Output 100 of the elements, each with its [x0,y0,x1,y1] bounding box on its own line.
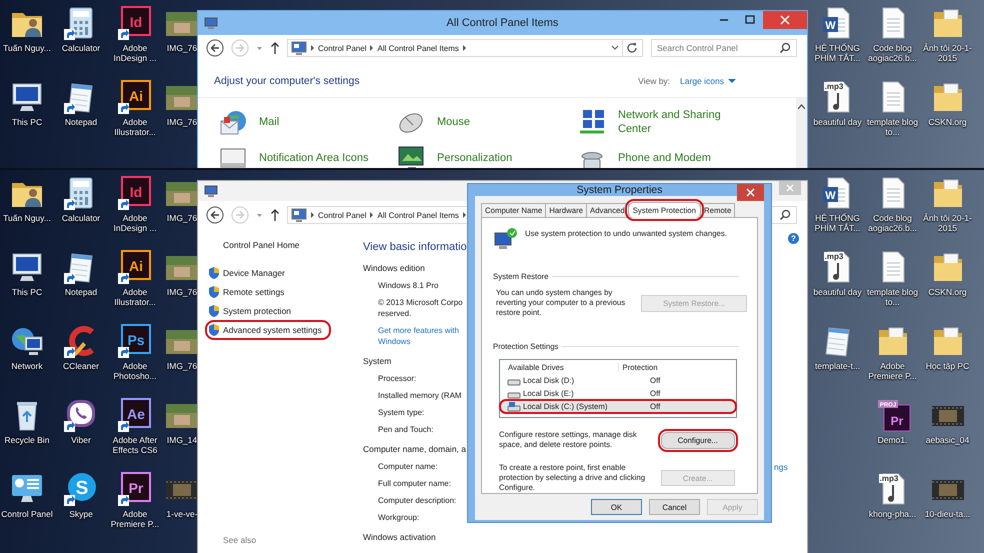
close-icon [786,184,794,192]
info-text: © 2013 Microsoft Corpo [378,297,464,308]
icon-label: Viber [71,435,91,445]
chevron-icon [309,209,316,221]
icon-label: CSKN.org [928,287,967,297]
window-icon [204,185,218,197]
nav-link[interactable]: Advanced system settings [223,325,322,335]
search-icon [779,42,791,54]
nav-link[interactable]: Remote settings [223,287,284,297]
control-panel-item[interactable]: Mouse [437,115,470,129]
icon-label: IMG_76 [166,287,198,297]
scroll-up-icon[interactable] [798,104,805,109]
control-panel-item[interactable]: Personalization [437,151,512,165]
icon-label: IMG_76 [166,361,198,371]
icon-label: aebasic_04 [926,435,970,445]
icon-label: Adobe Premiere P... [110,509,160,529]
icon-label: 10-dieu-ta... [924,509,970,519]
breadcrumb[interactable]: Control Panel [318,210,366,220]
icon-label: beautiful day [813,287,862,297]
nav-link[interactable]: System protection [223,306,292,316]
icon-label: 1-ve-ve- [166,509,198,519]
page-heading: View basic informatio [363,241,467,253]
section-title: Computer name, domain, a [363,443,467,455]
icon-label: Skype [69,509,93,519]
icon-label: Demo1. [878,435,908,445]
breadcrumb[interactable]: All Control Panel Items [377,44,459,52]
breadcrumb[interactable]: Control Panel [318,44,366,52]
icon-label: Adobe Illustrator... [113,287,157,307]
control-panel-item[interactable]: Phone and Modem [618,151,711,165]
nav-link[interactable]: Control Panel Home [223,240,363,250]
icon-label: IMG_76 [166,213,198,223]
shield-icon [208,304,220,318]
icon-label: IMG_14 [166,435,198,445]
info-text: Full computer name: [378,478,452,489]
computer-icon [291,41,307,55]
icon-label: Adobe InDesign ... [112,213,158,233]
icon-label: Calculator [62,43,100,53]
view-mode-dropdown[interactable]: Large icons [680,76,724,86]
chevron-icon [368,42,376,54]
link[interactable]: Windows [378,336,467,347]
icon-label: Control Panel [1,509,53,519]
section-title: System [363,355,392,367]
icon-label: This PC [12,117,42,127]
icon-label: Ảnh tôi 20-1-2015 [922,213,973,233]
icon-label: Tuấn Nguy... [3,213,51,223]
info-text: Windows 8.1 Pro [378,280,440,291]
close-button[interactable] [737,184,764,201]
computer-shield-icon [493,226,519,252]
icon-label: Học tập PC [926,361,970,371]
link[interactable]: ngs [774,462,788,472]
icon-label: Adobe After Effects CS6 [112,435,158,455]
icon-label: template-t... [815,361,860,371]
info-text: Pen and Touch: [378,424,434,435]
icon-label: CCleaner [63,361,99,371]
icon-label: Notepad [64,287,98,297]
maximize-icon [745,15,755,25]
icon-label: IMG_76 [166,117,198,127]
control-panel-item[interactable]: Notification Area Icons [259,151,368,165]
icon-label: Tuấn Nguy... [3,43,51,53]
chevron-icon [368,209,376,221]
icon-label: khong-pha... [868,509,916,519]
window-title: All Control Panel Items [446,17,560,29]
breadcrumb[interactable]: All Control Panel Items [377,210,459,220]
chevron-icon [460,209,468,221]
shield-icon [208,266,220,280]
icon-label: HỆ THỐNG PHÍM TẮT... [814,213,862,233]
control-panel-item[interactable]: Mail [259,115,280,129]
icon-label: IMG_76 [166,43,198,53]
link[interactable]: Get more features with [378,325,467,336]
search-icon [779,209,791,221]
shield-icon [208,323,220,337]
close-icon [746,188,755,197]
search-field[interactable]: Search Control Panel [651,39,797,57]
chevron-icon [309,42,316,54]
caret-icon[interactable] [728,78,736,84]
nav-link[interactable]: Device Manager [223,268,285,278]
close-button[interactable] [763,11,807,29]
icon-label: Notepad [64,117,98,127]
computer-icon [291,208,307,222]
icon-label: template blog to... [866,117,920,137]
address-bar[interactable]: Control Panel All Control Panel Items [287,39,643,57]
refresh-icon[interactable] [625,41,639,55]
info-text: Processor: [378,373,418,384]
icon-label: Ảnh tôi 20-1-2015 [922,43,973,63]
info-text: reserved. [378,308,412,319]
section-title: Windows edition [363,262,426,274]
icon-label: Calculator [62,213,100,223]
section-title: Windows activation [363,531,437,543]
help-icon[interactable]: ? [788,233,799,244]
icon-label: Adobe Premiere P... [867,361,918,381]
icon-label: Code blog aogiac26.b... [867,213,918,233]
control-panel-item[interactable]: Network and Sharing Center [618,108,743,136]
drive-icon [507,402,521,412]
icon-label: Network [11,361,43,371]
icon-label: HỆ THỐNG PHÍM TẮT... [814,43,862,63]
icon-label: beautiful day [813,117,862,127]
info-text: Computer name: [378,461,439,472]
info-text: Computer description: [378,495,458,506]
chevron-icon [460,42,468,54]
scrollbar[interactable] [796,98,807,168]
